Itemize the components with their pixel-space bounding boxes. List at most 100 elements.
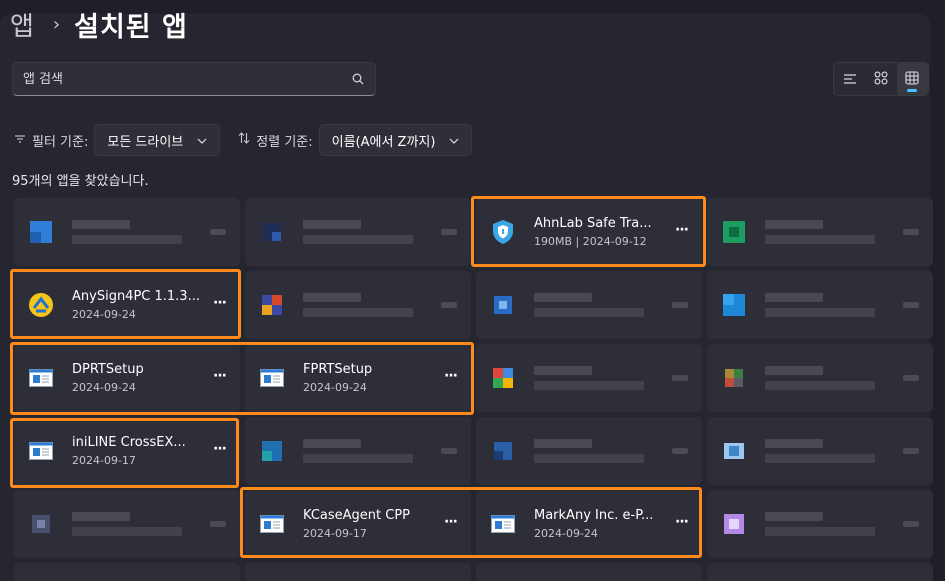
app-card-redacted[interactable]	[476, 417, 702, 485]
more-options-button[interactable]: ···	[675, 222, 689, 238]
app-icon	[721, 292, 747, 318]
more-options-icon[interactable]	[903, 302, 919, 308]
installer-window-icon	[259, 365, 285, 391]
more-options-icon[interactable]	[672, 302, 688, 308]
app-meta: 2024-09-17	[303, 527, 367, 540]
search-box[interactable]	[12, 62, 376, 96]
list-view-button[interactable]	[834, 63, 865, 95]
app-meta: 190MB | 2024-09-12	[534, 235, 647, 248]
sort-label: 정렬 기준:	[238, 131, 313, 150]
app-icon	[721, 438, 747, 464]
breadcrumb-separator: ›	[52, 13, 61, 35]
sort-value: 이름(A에서 Z까지)	[331, 134, 436, 150]
installer-window-icon	[28, 438, 54, 464]
app-card-markany[interactable]: MarkAny Inc. e-P... 2024-09-24 ···	[476, 490, 702, 558]
app-card-redacted[interactable]	[707, 417, 933, 485]
app-card-redacted[interactable]	[476, 563, 702, 581]
more-options-button[interactable]: ···	[444, 368, 458, 384]
app-card-redacted[interactable]	[707, 344, 933, 412]
app-card-redacted[interactable]	[14, 563, 240, 581]
anysign-logo-icon	[28, 292, 54, 318]
sort-label-text: 정렬 기준:	[256, 134, 313, 150]
app-icon	[721, 511, 747, 537]
more-options-icon[interactable]	[441, 229, 457, 235]
filter-bar: 필터 기준: 모든 드라이브 정렬 기준: 이름(A에서 Z까지)	[14, 124, 490, 156]
app-card-fprtsetup[interactable]: FPRTSetup 2024-09-24 ···	[245, 344, 471, 412]
view-toggle	[833, 62, 929, 96]
app-name: iniLINE CrossEX...	[72, 435, 186, 450]
app-card-redacted[interactable]	[14, 490, 240, 558]
app-meta: 2024-09-24	[72, 308, 136, 321]
shield-icon	[490, 219, 516, 245]
drive-filter-value: 모든 드라이브	[107, 134, 184, 150]
more-options-icon[interactable]	[441, 448, 457, 454]
page-title: 설치된 앱	[74, 11, 188, 43]
search-input[interactable]	[23, 71, 351, 87]
app-card-redacted[interactable]	[476, 344, 702, 412]
more-options-icon[interactable]	[903, 229, 919, 235]
app-icon	[28, 511, 54, 537]
installer-window-icon	[490, 511, 516, 537]
app-card-redacted[interactable]	[245, 271, 471, 339]
app-card-redacted[interactable]	[707, 563, 933, 581]
app-card-anysign[interactable]: AnySign4PC 1.1.3... 2024-09-24 ···	[14, 271, 240, 339]
app-card-redacted[interactable]	[245, 417, 471, 485]
chevron-down-icon	[449, 133, 459, 148]
app-name: DPRTSetup	[72, 362, 144, 377]
app-icon	[28, 219, 54, 245]
app-card-iniline[interactable]: iniLINE CrossEX... 2024-09-17 ···	[14, 417, 240, 485]
chevron-down-icon	[197, 133, 207, 148]
result-count: 95개의 앱을 찾았습니다.	[12, 174, 149, 189]
more-options-icon[interactable]	[672, 375, 688, 381]
app-name: KCaseAgent CPP	[303, 508, 410, 523]
more-options-icon[interactable]	[210, 229, 226, 235]
list-icon	[843, 70, 857, 89]
app-meta: 2024-09-24	[72, 381, 136, 394]
app-card-redacted[interactable]	[245, 198, 471, 266]
app-name: AhnLab Safe Tra...	[534, 216, 652, 231]
installer-window-icon	[28, 365, 54, 391]
app-name: FPRTSetup	[303, 362, 373, 377]
app-card-redacted[interactable]	[476, 271, 702, 339]
search-icon[interactable]	[351, 72, 365, 86]
app-card-kcaseagent[interactable]: KCaseAgent CPP 2024-09-17 ···	[245, 490, 471, 558]
app-card-redacted[interactable]	[245, 563, 471, 581]
app-icon	[259, 219, 285, 245]
app-card-redacted[interactable]	[707, 198, 933, 266]
more-options-icon[interactable]	[903, 448, 919, 454]
grid-large-icon	[905, 70, 919, 89]
app-icon	[721, 219, 747, 245]
drive-filter-dropdown[interactable]: 모든 드라이브	[94, 124, 221, 156]
app-icon	[721, 365, 747, 391]
app-meta: 2024-09-17	[72, 454, 136, 467]
app-icon	[490, 292, 516, 318]
grid-view-button[interactable]	[896, 63, 928, 95]
breadcrumb-apps[interactable]: 앱	[10, 6, 35, 43]
app-card-dprtsetup[interactable]: DPRTSetup 2024-09-24 ···	[14, 344, 240, 412]
more-options-icon[interactable]	[441, 302, 457, 308]
app-card-ahnlab[interactable]: AhnLab Safe Tra... 190MB | 2024-09-12 ··…	[476, 198, 702, 266]
more-options-button[interactable]: ···	[444, 514, 458, 530]
installer-window-icon	[259, 511, 285, 537]
more-options-icon[interactable]	[210, 521, 226, 527]
filter-label-text: 필터 기준:	[32, 134, 89, 150]
app-name: MarkAny Inc. e-P...	[534, 508, 654, 523]
more-options-button[interactable]: ···	[213, 368, 227, 384]
breadcrumb: 앱 › 설치된 앱	[10, 4, 188, 44]
app-icon	[490, 438, 516, 464]
app-icon	[259, 292, 285, 318]
more-options-icon[interactable]	[903, 375, 919, 381]
app-card-redacted[interactable]	[14, 198, 240, 266]
more-options-icon[interactable]	[672, 448, 688, 454]
app-card-redacted[interactable]	[707, 490, 933, 558]
sort-dropdown[interactable]: 이름(A에서 Z까지)	[318, 124, 473, 156]
more-options-icon[interactable]	[903, 521, 919, 527]
app-icon	[490, 365, 516, 391]
app-card-redacted[interactable]	[707, 271, 933, 339]
app-name: AnySign4PC 1.1.3...	[72, 289, 200, 304]
compact-grid-view-button[interactable]	[865, 63, 896, 95]
more-options-button[interactable]: ···	[213, 295, 227, 311]
more-options-button[interactable]: ···	[675, 514, 689, 530]
more-options-button[interactable]: ···	[213, 441, 227, 457]
filter-icon	[14, 133, 26, 148]
